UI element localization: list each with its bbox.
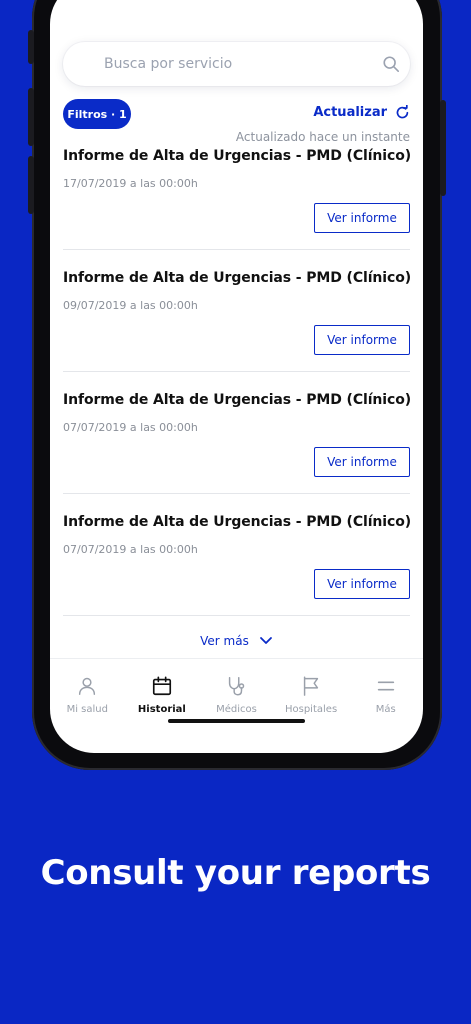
tab-mas[interactable]: Más [348,659,423,720]
see-more-label: Ver más [200,634,249,648]
phone-power-button [440,100,446,196]
phone-side-button [28,88,34,146]
tab-label: Mi salud [66,704,108,715]
chevron-down-icon [259,637,272,644]
view-report-button[interactable]: Ver informe [314,203,410,233]
tab-label: Más [375,704,396,715]
see-more-button[interactable]: Ver más [50,634,423,648]
calendar-icon [152,676,171,696]
app-screen: Filtros · 1 Actualizar Actualizado hace … [50,0,423,753]
tab-label: Médicos [216,704,257,715]
search-input[interactable] [104,56,364,72]
refresh-button[interactable]: Actualizar [313,105,410,120]
report-date: 17/07/2019 a las 00:00h [63,177,198,190]
search-icon[interactable] [382,55,400,73]
menu-icon [377,681,394,691]
tab-label: Hospitales [284,704,338,715]
tab-mi-salud[interactable]: Mi salud [50,659,125,720]
flag-icon [303,676,319,696]
stethoscope-icon [229,677,245,696]
tab-hospitales[interactable]: Hospitales [274,659,349,720]
divider [63,493,410,494]
tab-medicos[interactable]: Médicos [199,659,274,720]
user-icon [79,677,96,695]
report-title: Informe de Alta de Urgencias - PMD (Clín… [63,392,412,408]
report-date: 07/07/2019 a las 00:00h [63,543,198,556]
view-report-button[interactable]: Ver informe [314,325,410,355]
tab-label: Historial [137,704,186,715]
home-indicator [168,719,305,723]
phone-side-button [28,30,34,64]
updated-status: Actualizado hace un instante [235,130,410,144]
report-date: 09/07/2019 a las 00:00h [63,299,198,312]
search-bar[interactable] [63,42,410,86]
tab-historial[interactable]: Historial [125,659,200,720]
refresh-label: Actualizar [313,105,387,120]
report-title: Informe de Alta de Urgencias - PMD (Clín… [63,148,412,164]
filters-label: Filtros · 1 [67,107,127,121]
divider [63,615,410,616]
refresh-icon [396,105,409,119]
report-date: 07/07/2019 a las 00:00h [63,421,198,434]
tab-bar: Mi salud Historial Médicos Hospitales Má… [50,658,423,720]
view-report-button[interactable]: Ver informe [314,447,410,477]
divider [63,371,410,372]
divider [63,249,410,250]
report-title: Informe de Alta de Urgencias - PMD (Clín… [63,270,412,286]
filters-button[interactable]: Filtros · 1 [63,99,131,129]
report-title: Informe de Alta de Urgencias - PMD (Clín… [63,514,412,530]
phone-side-button [28,156,34,214]
view-report-button[interactable]: Ver informe [314,569,410,599]
promo-tagline: Consult your reports [40,853,431,893]
